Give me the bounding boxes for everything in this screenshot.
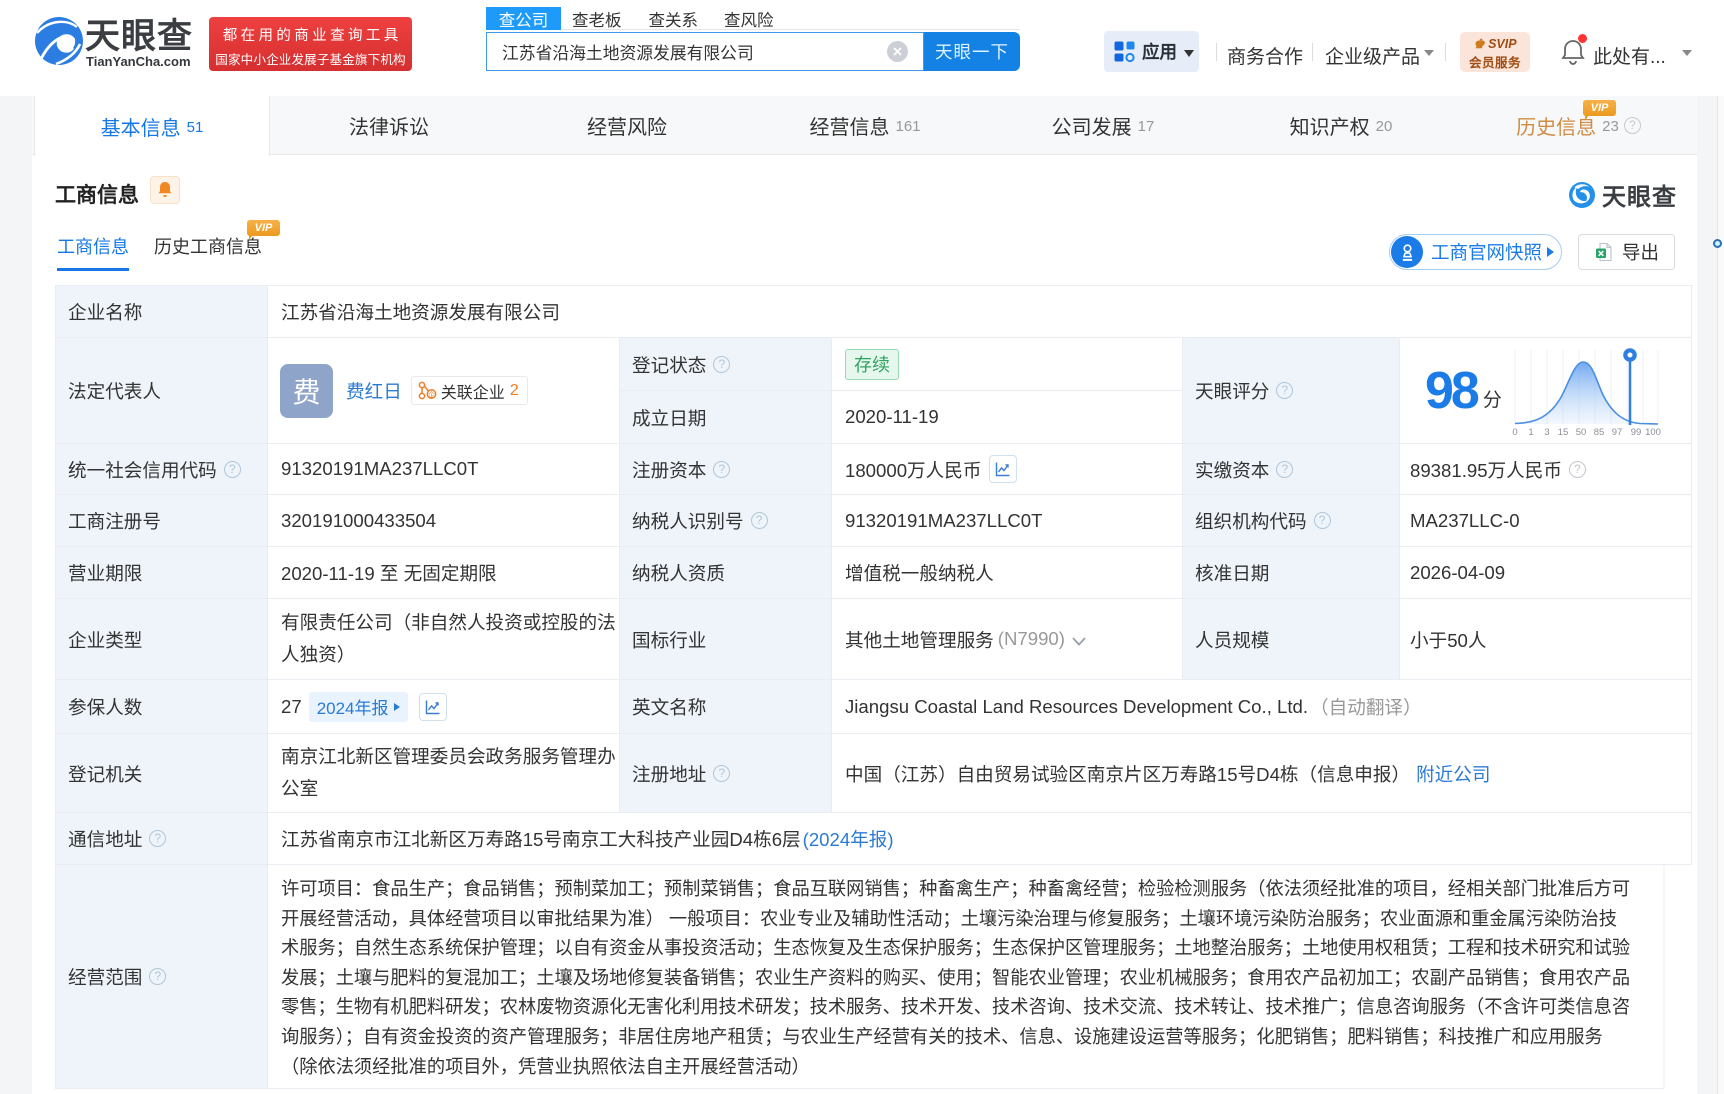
svg-text:97: 97 xyxy=(1612,427,1623,438)
svg-text:99: 99 xyxy=(1631,427,1642,438)
svg-text:100: 100 xyxy=(1645,427,1661,438)
svg-text:15: 15 xyxy=(1558,427,1569,438)
svg-text:50: 50 xyxy=(1576,427,1587,438)
svg-text:85: 85 xyxy=(1594,427,1605,438)
svg-text:企: 企 xyxy=(428,390,435,399)
svg-text:3: 3 xyxy=(1544,427,1549,438)
svg-text:1: 1 xyxy=(1528,427,1533,438)
svg-text:0: 0 xyxy=(1512,427,1517,438)
